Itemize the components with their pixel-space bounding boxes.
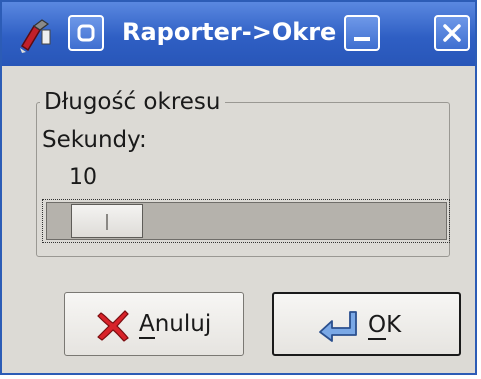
red-x-icon xyxy=(95,307,131,347)
minimize-button[interactable] xyxy=(344,15,380,51)
close-button[interactable] xyxy=(434,15,470,51)
title-bar[interactable]: Raporter->Okres xyxy=(2,2,475,66)
minimize-icon xyxy=(354,37,370,41)
window-title: Raporter->Okres xyxy=(122,18,336,46)
slider-grip xyxy=(106,214,108,230)
cancel-label: Anuluj xyxy=(139,311,212,339)
dialog-window: Raporter->Okres Długość okresu Sekundy: … xyxy=(0,0,477,375)
app-icon[interactable] xyxy=(16,16,56,54)
seconds-label: Sekundy: xyxy=(42,127,147,153)
seconds-value: 10 xyxy=(69,165,97,190)
enter-arrow-icon xyxy=(316,308,360,346)
seconds-slider[interactable] xyxy=(46,202,447,240)
frame-legend: Długość okresu xyxy=(40,88,225,116)
cancel-button[interactable]: Anuluj xyxy=(64,292,244,356)
close-icon xyxy=(443,24,461,42)
window-menu-button[interactable] xyxy=(68,15,104,51)
window-menu-icon xyxy=(77,24,95,42)
ok-button[interactable]: OK xyxy=(272,292,461,356)
slider-thumb[interactable] xyxy=(71,204,143,238)
ok-label: OK xyxy=(368,312,402,340)
